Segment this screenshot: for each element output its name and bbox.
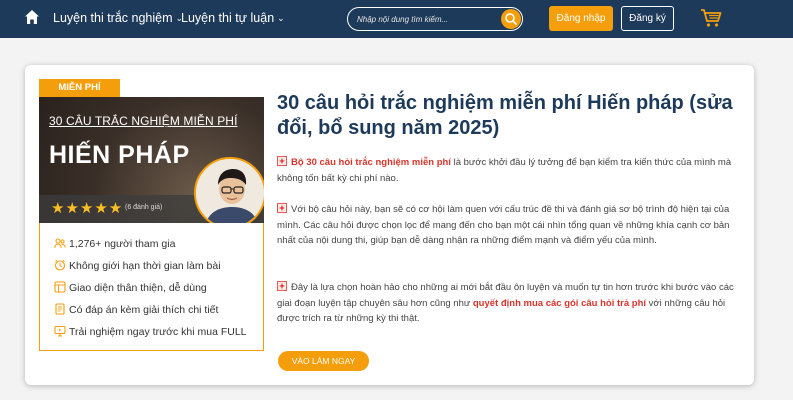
nav-practice-multiple-choice[interactable]: Luyện thi trắc nghiệm ⌄ [53, 11, 183, 25]
top-navbar: Luyện thi trắc nghiệm ⌄ Luyện thi tự luận… [0, 0, 793, 38]
product-card: MIỄN PHÍ 30 CÂU TRẮC NGHIỆM MIỄN PHÍ HIẾ… [25, 65, 754, 385]
list-item: Trải nghiệm ngay trước khi mua FULL [54, 325, 247, 338]
search-button[interactable] [501, 9, 521, 29]
product-thumbnail[interactable]: 30 CÂU TRẮC NGHIỆM MIỄN PHÍ HIẾN PHÁP ★★… [39, 97, 264, 223]
rating-stars: ★★★★★ [51, 200, 124, 217]
search-box [347, 7, 523, 31]
list-item: 1,276+ người tham gia [54, 237, 175, 250]
chevron-down-icon: ⌄ [277, 13, 285, 23]
features-list: 1,276+ người tham gia Không giới hạn thờ… [39, 223, 264, 351]
product-title: 30 câu hỏi trắc nghiệm miễn phí Hiến phá… [277, 92, 733, 139]
shopping-cart-icon[interactable] [700, 8, 722, 28]
thumbnail-heading: HIẾN PHÁP [49, 141, 190, 169]
login-button[interactable]: Đăng nhập [549, 6, 613, 31]
sparkle-bullet-icon [277, 156, 287, 166]
clock-icon [54, 259, 66, 271]
home-icon[interactable] [24, 9, 40, 25]
start-now-button[interactable]: VÀO LÀM NGAY [278, 351, 369, 371]
users-icon [54, 238, 66, 249]
list-item: Không giới hạn thời gian làm bài [54, 259, 221, 272]
search-input[interactable] [357, 11, 497, 27]
list-item: Có đáp án kèm giải thích chi tiết [54, 303, 218, 316]
monitor-icon [54, 325, 66, 337]
nav-practice-essay[interactable]: Luyện thi tự luận ⌄ [181, 11, 285, 25]
list-item: Giao diện thân thiện, dễ dùng [54, 281, 207, 294]
layout-icon [54, 281, 66, 293]
description-paragraph-1: Bộ 30 câu hỏi trắc nghiệm miễn phí là bư… [277, 156, 732, 184]
thumbnail-subtitle: 30 CÂU TRẮC NGHIỆM MIỄN PHÍ [49, 114, 238, 128]
search-icon [505, 13, 517, 25]
rating-count: (6 đánh giá) [125, 204, 163, 211]
description-paragraph-3: Đây là lựa chọn hoàn hảo cho những ai mớ… [277, 281, 734, 324]
free-badge: MIỄN PHÍ [39, 79, 120, 97]
instructor-avatar [194, 157, 264, 223]
document-icon [55, 303, 65, 315]
description-paragraph-2: Với bộ câu hỏi này, bạn sẽ có cơ hội làm… [277, 203, 730, 246]
register-button[interactable]: Đăng ký [621, 6, 674, 31]
sparkle-bullet-icon [277, 203, 287, 213]
person-portrait-icon [196, 159, 264, 223]
sparkle-bullet-icon [277, 281, 287, 291]
